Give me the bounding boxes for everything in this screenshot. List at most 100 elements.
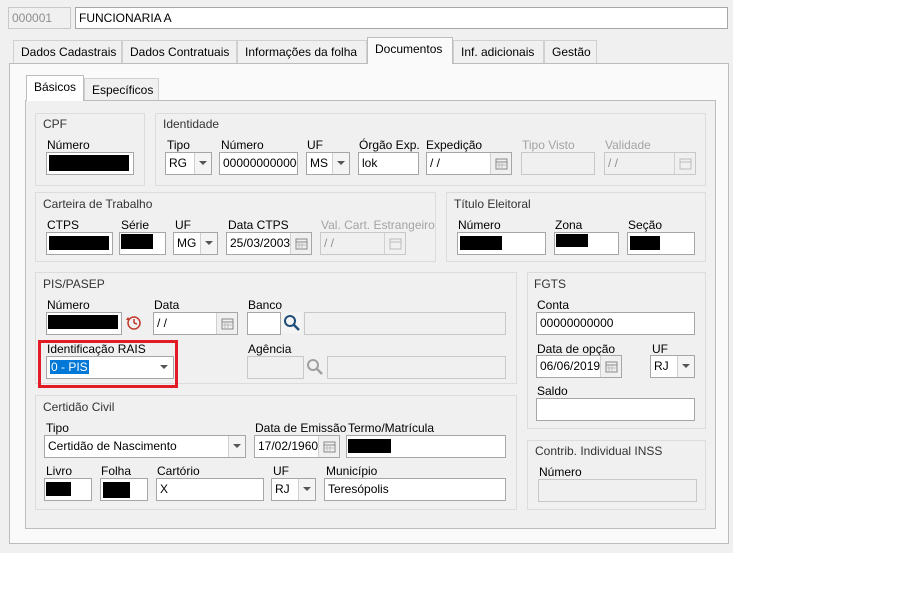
pis-data-value: / / xyxy=(157,316,168,330)
dropdown-button[interactable] xyxy=(194,153,211,174)
calendar-icon xyxy=(295,238,308,250)
tab-dados-cadastrais[interactable]: Dados Cadastrais xyxy=(13,40,122,63)
tab-inf-adicionais[interactable]: Inf. adicionais xyxy=(453,40,544,63)
municipio-field[interactable]: Teresópolis xyxy=(324,478,506,501)
conta-label: Conta xyxy=(537,298,570,312)
emissao-field[interactable]: 17/02/1960 xyxy=(254,435,340,458)
data-opcao-field[interactable]: 06/06/2019 xyxy=(536,355,622,378)
identidade-tipo-label: Tipo xyxy=(167,138,190,152)
pis-numero-field[interactable] xyxy=(46,312,122,335)
redaction-box xyxy=(48,315,118,329)
tab-documentos[interactable]: Documentos xyxy=(367,37,453,64)
chevron-down-icon xyxy=(199,161,207,165)
banco-name-field[interactable] xyxy=(304,312,506,335)
certidao-uf-select[interactable]: RJ xyxy=(271,478,316,501)
dropdown-button[interactable] xyxy=(677,356,694,377)
secao-label: Seção xyxy=(628,218,663,232)
calendar-button[interactable] xyxy=(600,356,621,377)
calendar-button[interactable] xyxy=(674,153,695,174)
val-cart-field[interactable]: / / xyxy=(320,232,406,255)
tipo-visto-field[interactable] xyxy=(521,152,595,175)
secao-field[interactable] xyxy=(627,232,695,255)
agencia-name-field[interactable] xyxy=(327,356,506,379)
cpf-group-title: CPF xyxy=(43,117,67,131)
fgts-group-title: FGTS xyxy=(534,277,566,291)
dropdown-button[interactable] xyxy=(200,233,217,254)
calendar-button[interactable] xyxy=(384,233,405,254)
employee-code-field[interactable]: 000001 xyxy=(8,7,71,29)
identidade-tipo-select[interactable]: RG xyxy=(165,152,212,175)
banco-label: Banco xyxy=(248,298,283,312)
history-icon xyxy=(126,316,141,330)
calendar-button[interactable] xyxy=(290,233,311,254)
certidao-tipo-select[interactable]: Certidão de Nascimento xyxy=(44,435,246,458)
tab-dados-contratuais[interactable]: Dados Contratuais xyxy=(122,40,237,63)
cpf-numero-label: Número xyxy=(47,138,90,152)
carteira-uf-select[interactable]: MG xyxy=(173,232,218,255)
tab-informacoes-folha[interactable]: Informações da folha xyxy=(237,40,367,63)
titulo-group-title: Título Eleitoral xyxy=(454,197,531,211)
pis-group-title: PIS/PASEP xyxy=(43,277,105,291)
titulo-numero-field[interactable] xyxy=(457,232,546,255)
termo-field[interactable] xyxy=(346,435,506,458)
saldo-label: Saldo xyxy=(537,384,568,398)
calendar-icon xyxy=(605,361,618,373)
agencia-search-button[interactable] xyxy=(304,356,325,377)
agencia-label: Agência xyxy=(248,342,292,356)
cartorio-field[interactable]: X xyxy=(156,478,264,501)
pis-data-field[interactable]: / / xyxy=(153,312,238,335)
inss-group-title: Contrib. Individual INSS xyxy=(535,444,663,458)
dropdown-button[interactable] xyxy=(332,153,349,174)
calendar-button[interactable] xyxy=(318,436,339,457)
banco-code-field[interactable] xyxy=(247,312,281,335)
redaction-box xyxy=(630,236,660,250)
identidade-numero-field[interactable]: 0000000000000 xyxy=(219,152,298,175)
employee-name-field[interactable]: FUNCIONARIA A xyxy=(75,7,728,29)
cpf-numero-field[interactable] xyxy=(46,152,134,175)
fgts-uf-select[interactable]: RJ xyxy=(650,355,695,378)
serie-field[interactable] xyxy=(119,232,166,255)
data-ctps-field[interactable]: 25/03/2003 xyxy=(226,232,312,255)
emissao-value: 17/02/1960 xyxy=(258,439,319,453)
livro-field[interactable] xyxy=(44,478,92,501)
banco-search-button[interactable] xyxy=(281,312,302,333)
expedicao-field[interactable]: / / xyxy=(426,152,512,175)
inss-numero-field[interactable] xyxy=(538,479,697,502)
folha-field[interactable] xyxy=(100,478,148,501)
orgao-label: Órgão Exp. xyxy=(359,138,420,152)
data-opcao-value: 06/06/2019 xyxy=(540,359,601,373)
zona-field[interactable] xyxy=(554,232,619,255)
fgts-uf-value: RJ xyxy=(654,359,669,373)
validade-field[interactable]: / / xyxy=(604,152,696,175)
chevron-down-icon xyxy=(682,364,690,368)
redaction-box xyxy=(49,155,129,171)
redaction-box xyxy=(556,234,588,247)
orgao-field[interactable]: lok xyxy=(358,152,419,175)
expedicao-label: Expedição xyxy=(426,138,483,152)
search-icon xyxy=(307,359,323,375)
redaction-box xyxy=(49,236,109,250)
ctps-field[interactable] xyxy=(46,232,113,255)
subtab-basicos[interactable]: Básicos xyxy=(26,75,84,101)
chevron-down-icon xyxy=(205,241,213,245)
certidao-group-title: Certidão Civil xyxy=(43,400,115,414)
saldo-field[interactable] xyxy=(536,398,695,421)
dropdown-button[interactable] xyxy=(298,479,315,500)
termo-label: Termo/Matrícula xyxy=(348,421,435,435)
redaction-box xyxy=(121,234,153,249)
emissao-label: Data de Emissão xyxy=(255,421,347,435)
identidade-uf-select[interactable]: MS xyxy=(306,152,350,175)
history-button[interactable] xyxy=(123,312,145,334)
agencia-code-field[interactable] xyxy=(247,356,304,379)
dropdown-button[interactable] xyxy=(228,436,245,457)
identidade-tipo-value: RG xyxy=(169,156,187,170)
val-cart-label: Val. Cart. Estrangeiro xyxy=(321,218,435,232)
identidade-uf-label: UF xyxy=(307,138,323,152)
calendar-icon xyxy=(323,441,336,453)
calendar-button[interactable] xyxy=(490,153,511,174)
conta-field[interactable]: 00000000000 xyxy=(536,312,695,335)
tab-gestao[interactable]: Gestão xyxy=(544,40,597,63)
redaction-box xyxy=(348,439,391,453)
subtab-especificos[interactable]: Específicos xyxy=(84,78,159,101)
calendar-button[interactable] xyxy=(216,313,237,334)
